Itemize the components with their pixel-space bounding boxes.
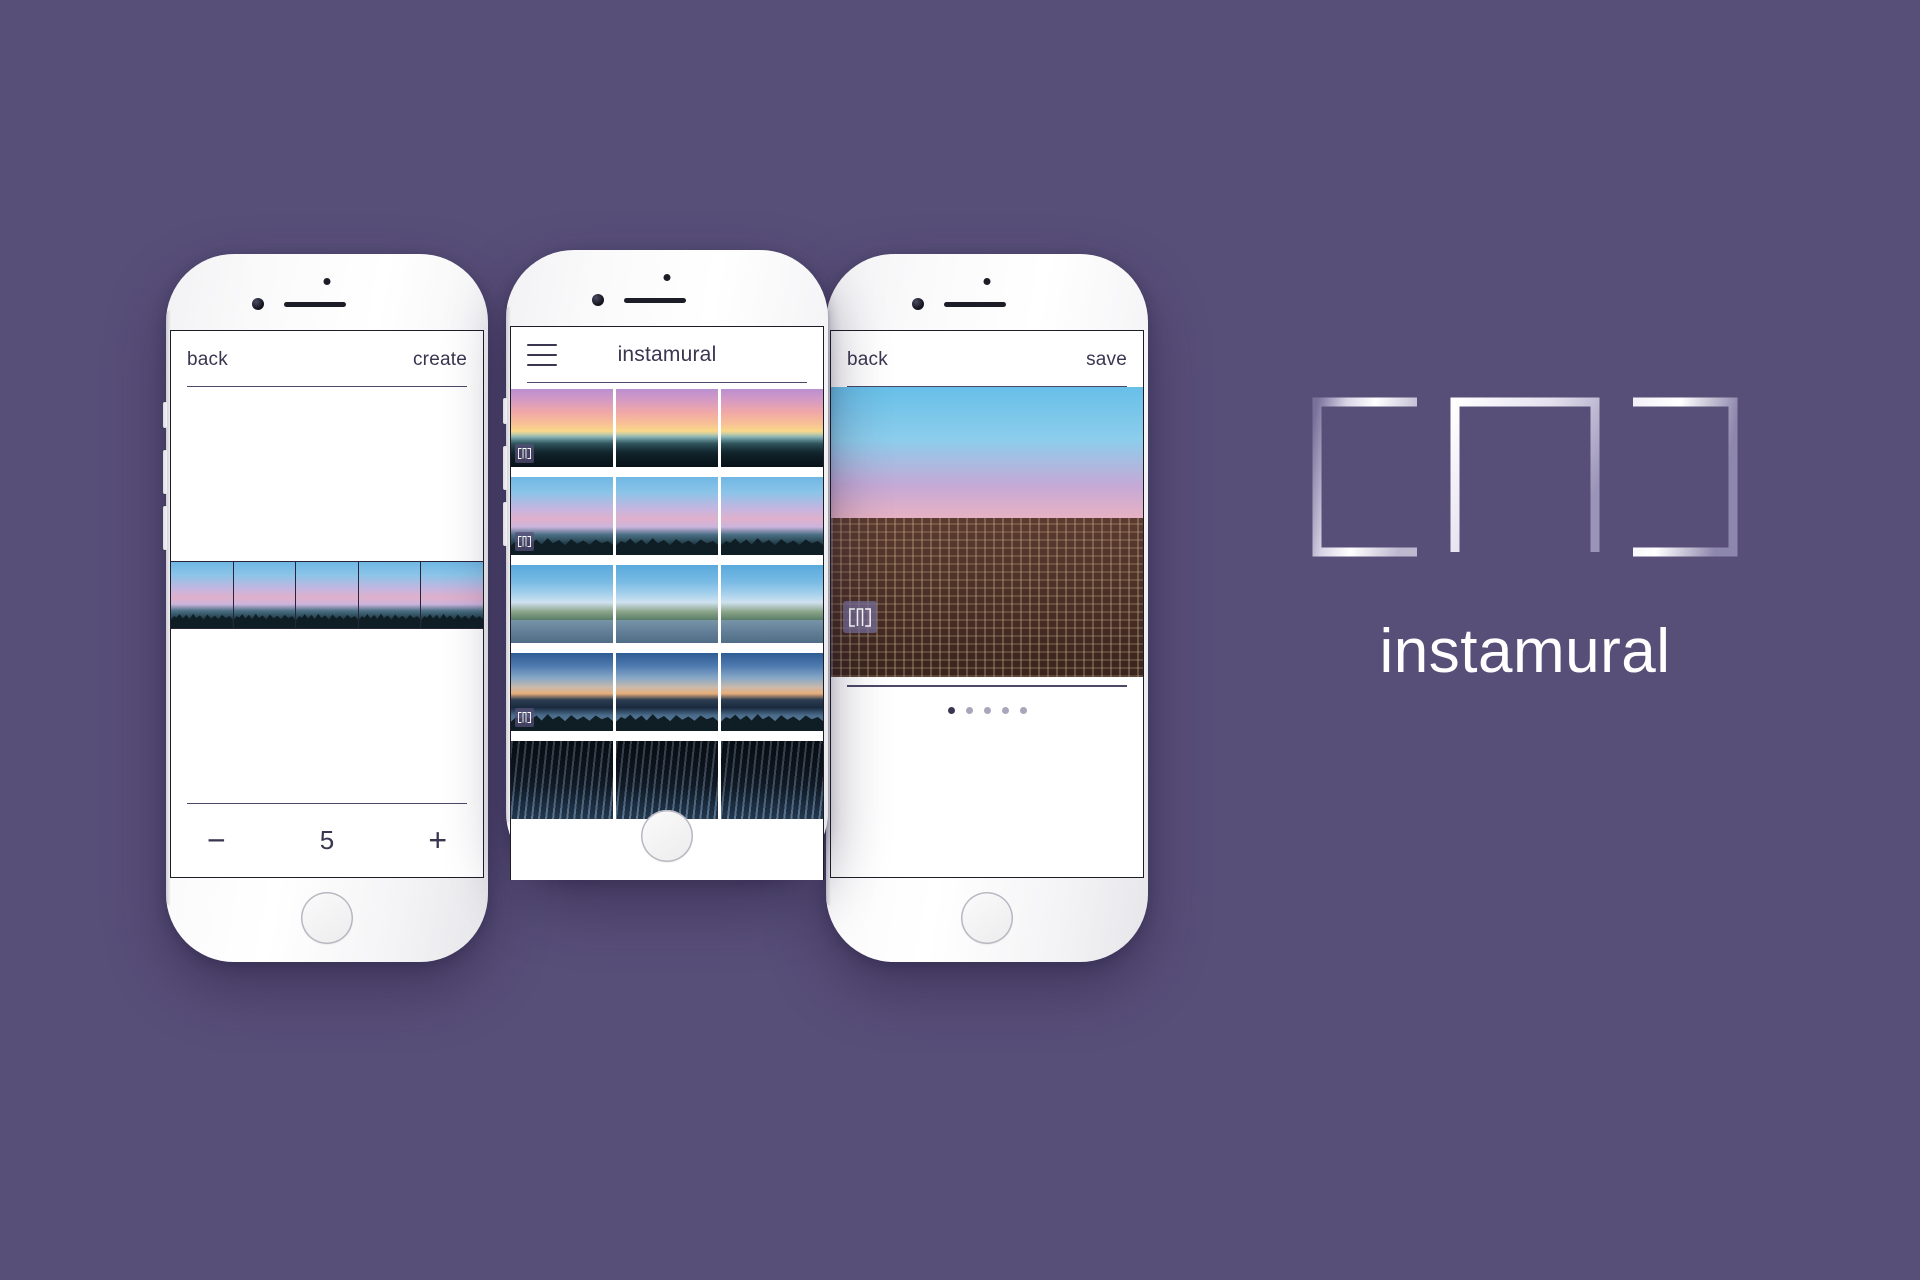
mural-cell[interactable] <box>616 653 721 731</box>
page-indicator[interactable] <box>831 699 1143 714</box>
split-preview-canvas[interactable] <box>171 387 483 803</box>
instamural-badge-icon <box>843 601 877 633</box>
mural-cell[interactable] <box>616 741 721 819</box>
brand-wordmark: instamural <box>1379 617 1671 686</box>
back-button[interactable]: back <box>847 350 888 369</box>
mural-cell[interactable] <box>511 741 616 819</box>
mural-cell[interactable] <box>721 389 823 467</box>
segment-count-value: 5 <box>319 825 335 855</box>
screen-mural-detail: back save <box>830 330 1144 878</box>
brand-block: instamural <box>1290 390 1760 683</box>
page-dot[interactable] <box>965 707 973 714</box>
increment-button[interactable]: + <box>422 824 453 856</box>
mural-row[interactable] <box>511 741 823 819</box>
home-button[interactable] <box>961 892 1013 944</box>
volume-up-button[interactable] <box>503 446 507 490</box>
mural-detail-body <box>831 387 1143 877</box>
proximity-sensor-icon <box>983 278 991 285</box>
volume-up-button[interactable] <box>163 450 167 494</box>
mural-photo[interactable] <box>831 387 1143 677</box>
mockup-stage: back create − 5 + instamural back save i… <box>0 0 1920 1280</box>
instamural-bracket-logo <box>518 536 531 547</box>
panorama-strip[interactable] <box>171 561 483 629</box>
proximity-sensor-icon <box>323 278 331 285</box>
instamural-bracket-logo <box>1312 397 1738 557</box>
mural-cell[interactable] <box>721 653 823 731</box>
mural-cell[interactable] <box>721 477 823 555</box>
front-camera-icon <box>592 294 604 306</box>
mural-cell[interactable] <box>721 741 823 819</box>
panorama-segment[interactable] <box>233 562 297 628</box>
navbar-mural-feed: instamural <box>511 327 823 384</box>
page-dot[interactable] <box>1019 707 1027 714</box>
panorama-segment[interactable] <box>358 562 422 628</box>
mural-grid[interactable] <box>511 383 823 880</box>
earpiece-speaker-icon <box>944 302 1006 307</box>
phone-device-split-editor: back create − 5 + <box>163 254 488 962</box>
mural-row[interactable] <box>511 653 823 731</box>
phone-top-hardware <box>506 250 828 326</box>
front-camera-icon <box>912 298 924 310</box>
decrement-button[interactable]: − <box>201 824 232 856</box>
hamburger-icon[interactable] <box>527 344 557 366</box>
create-button[interactable]: create <box>413 350 467 369</box>
navbar-split-editor: back create <box>171 331 483 388</box>
panorama-segment[interactable] <box>171 562 234 628</box>
home-button[interactable] <box>301 892 353 944</box>
instamural-bracket-logo <box>849 607 871 627</box>
mural-cell[interactable] <box>511 477 616 555</box>
back-button[interactable]: back <box>187 350 228 369</box>
instamural-badge-icon <box>515 444 534 463</box>
mute-switch[interactable] <box>163 402 167 428</box>
panorama-segment[interactable] <box>421 562 483 628</box>
phone-top-hardware <box>826 254 1148 330</box>
phone-device-mural-detail: back save <box>823 254 1148 962</box>
earpiece-speaker-icon <box>284 302 346 307</box>
volume-down-button[interactable] <box>163 506 167 550</box>
section-divider <box>831 677 1143 699</box>
mural-row[interactable] <box>511 389 823 467</box>
save-button[interactable]: save <box>1086 350 1127 369</box>
mural-cell[interactable] <box>511 653 616 731</box>
instamural-badge-icon <box>515 708 534 727</box>
mural-cell[interactable] <box>511 565 616 643</box>
instamural-bracket-logo <box>518 712 531 723</box>
home-button[interactable] <box>641 810 693 862</box>
split-editor-body: − 5 + <box>171 387 483 877</box>
page-dot[interactable] <box>983 707 991 714</box>
phone-top-hardware <box>166 254 488 330</box>
mural-row[interactable] <box>511 565 823 643</box>
segment-count-stepper: − 5 + <box>171 803 483 877</box>
earpiece-speaker-icon <box>624 298 686 303</box>
page-dot[interactable] <box>1001 707 1009 714</box>
proximity-sensor-icon <box>663 274 671 281</box>
screen-split-editor: back create − 5 + <box>170 330 484 878</box>
page-title: instamural <box>617 343 717 366</box>
mural-cell[interactable] <box>616 565 721 643</box>
instamural-bracket-logo <box>518 448 531 459</box>
page-dot[interactable] <box>947 707 955 714</box>
volume-down-button[interactable] <box>503 502 507 546</box>
mural-row[interactable] <box>511 477 823 555</box>
mural-cell[interactable] <box>616 477 721 555</box>
instamural-badge-icon <box>515 532 534 551</box>
mural-cell[interactable] <box>616 389 721 467</box>
phone-device-mural-feed: instamural <box>503 250 828 880</box>
navbar-mural-detail: back save <box>831 331 1143 388</box>
front-camera-icon <box>252 298 264 310</box>
mute-switch[interactable] <box>503 398 507 424</box>
panorama-segment[interactable] <box>296 562 359 628</box>
mural-cell[interactable] <box>511 389 616 467</box>
screen-mural-feed: instamural <box>510 326 824 880</box>
mural-cell[interactable] <box>721 565 823 643</box>
